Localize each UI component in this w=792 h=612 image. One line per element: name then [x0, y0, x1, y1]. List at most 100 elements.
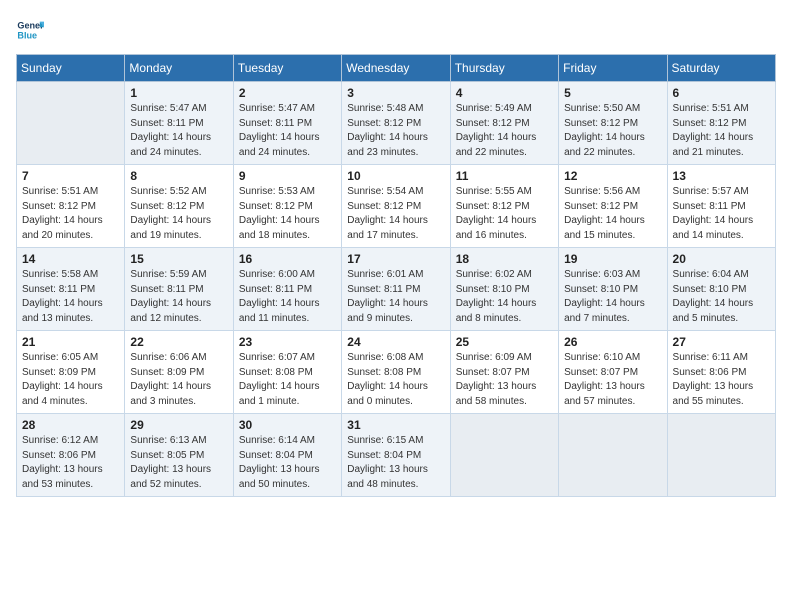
day-info: Sunrise: 6:10 AM Sunset: 8:07 PM Dayligh… — [564, 351, 661, 409]
day-info: Sunrise: 6:02 AM Sunset: 8:10 PM Dayligh… — [456, 268, 553, 326]
calendar-cell: 16 Sunrise: 6:00 AM Sunset: 8:11 PM Dayli… — [233, 248, 341, 331]
calendar-cell: 10 Sunrise: 5:54 AM Sunset: 8:12 PM Dayli… — [342, 165, 450, 248]
day-number: 18 — [456, 252, 553, 266]
day-number: 31 — [347, 418, 444, 432]
day-info: Sunrise: 6:06 AM Sunset: 8:09 PM Dayligh… — [130, 351, 227, 409]
day-info: Sunrise: 5:47 AM Sunset: 8:11 PM Dayligh… — [130, 102, 227, 160]
day-info: Sunrise: 5:55 AM Sunset: 8:12 PM Dayligh… — [456, 185, 553, 243]
day-info: Sunrise: 5:56 AM Sunset: 8:12 PM Dayligh… — [564, 185, 661, 243]
day-info: Sunrise: 6:00 AM Sunset: 8:11 PM Dayligh… — [239, 268, 336, 326]
day-number: 26 — [564, 335, 661, 349]
day-number: 14 — [22, 252, 119, 266]
calendar-cell: 29 Sunrise: 6:13 AM Sunset: 8:05 PM Dayli… — [125, 414, 233, 497]
day-number: 29 — [130, 418, 227, 432]
calendar-week-row: 28Sunrise: 6:12 AM Sunset: 8:06 PM Dayli… — [17, 414, 776, 497]
day-number: 7 — [22, 169, 119, 183]
calendar-cell: 6 Sunrise: 5:51 AM Sunset: 8:12 PM Daylig… — [667, 82, 775, 165]
calendar-cell: 5 Sunrise: 5:50 AM Sunset: 8:12 PM Daylig… — [559, 82, 667, 165]
header-friday: Friday — [559, 55, 667, 82]
calendar-cell: 26 Sunrise: 6:10 AM Sunset: 8:07 PM Dayli… — [559, 331, 667, 414]
day-number: 20 — [673, 252, 770, 266]
calendar-cell: 18 Sunrise: 6:02 AM Sunset: 8:10 PM Dayli… — [450, 248, 558, 331]
calendar-cell: 21 Sunrise: 6:05 AM Sunset: 8:09 PM Dayli… — [17, 331, 125, 414]
calendar-cell: 3 Sunrise: 5:48 AM Sunset: 8:12 PM Daylig… — [342, 82, 450, 165]
day-number: 17 — [347, 252, 444, 266]
day-info: Sunrise: 5:52 AM Sunset: 8:12 PM Dayligh… — [130, 185, 227, 243]
calendar-cell: 20 Sunrise: 6:04 AM Sunset: 8:10 PM Dayli… — [667, 248, 775, 331]
calendar-week-row: 14 Sunrise: 5:58 AM Sunset: 8:11 PM Dayli… — [17, 248, 776, 331]
calendar-cell: 2 Sunrise: 5:47 AM Sunset: 8:11 PM Daylig… — [233, 82, 341, 165]
calendar-cell: 11 Sunrise: 5:55 AM Sunset: 8:12 PM Dayli… — [450, 165, 558, 248]
day-info: Sunrise: 5:51 AM Sunset: 8:12 PM Dayligh… — [22, 185, 119, 243]
day-info: Sunrise: 6:08 AM Sunset: 8:08 PM Dayligh… — [347, 351, 444, 409]
calendar-cell — [17, 82, 125, 165]
calendar-cell: 24Sunrise: 6:08 AM Sunset: 8:08 PM Dayli… — [342, 331, 450, 414]
calendar-cell: 12Sunrise: 5:56 AM Sunset: 8:12 PM Dayli… — [559, 165, 667, 248]
calendar-cell: 7 Sunrise: 5:51 AM Sunset: 8:12 PM Daylig… — [17, 165, 125, 248]
day-info: Sunrise: 5:47 AM Sunset: 8:11 PM Dayligh… — [239, 102, 336, 160]
day-number: 16 — [239, 252, 336, 266]
day-number: 23 — [239, 335, 336, 349]
calendar-cell: 1Sunrise: 5:47 AM Sunset: 8:11 PM Daylig… — [125, 82, 233, 165]
calendar-cell: 23 Sunrise: 6:07 AM Sunset: 8:08 PM Dayli… — [233, 331, 341, 414]
day-info: Sunrise: 6:01 AM Sunset: 8:11 PM Dayligh… — [347, 268, 444, 326]
calendar-cell: 17 Sunrise: 6:01 AM Sunset: 8:11 PM Dayli… — [342, 248, 450, 331]
day-info: Sunrise: 6:09 AM Sunset: 8:07 PM Dayligh… — [456, 351, 553, 409]
day-info: Sunrise: 6:05 AM Sunset: 8:09 PM Dayligh… — [22, 351, 119, 409]
day-number: 10 — [347, 169, 444, 183]
day-number: 4 — [456, 86, 553, 100]
day-info: Sunrise: 6:12 AM Sunset: 8:06 PM Dayligh… — [22, 434, 119, 492]
day-number: 2 — [239, 86, 336, 100]
day-info: Sunrise: 5:59 AM Sunset: 8:11 PM Dayligh… — [130, 268, 227, 326]
calendar-cell: 28Sunrise: 6:12 AM Sunset: 8:06 PM Dayli… — [17, 414, 125, 497]
day-info: Sunrise: 5:49 AM Sunset: 8:12 PM Dayligh… — [456, 102, 553, 160]
calendar-cell: 22 Sunrise: 6:06 AM Sunset: 8:09 PM Dayli… — [125, 331, 233, 414]
day-number: 21 — [22, 335, 119, 349]
day-info: Sunrise: 5:54 AM Sunset: 8:12 PM Dayligh… — [347, 185, 444, 243]
calendar-cell: 31 Sunrise: 6:15 AM Sunset: 8:04 PM Dayli… — [342, 414, 450, 497]
calendar-week-row: 21 Sunrise: 6:05 AM Sunset: 8:09 PM Dayli… — [17, 331, 776, 414]
header-thursday: Thursday — [450, 55, 558, 82]
day-number: 6 — [673, 86, 770, 100]
day-info: Sunrise: 6:11 AM Sunset: 8:06 PM Dayligh… — [673, 351, 770, 409]
day-number: 11 — [456, 169, 553, 183]
day-info: Sunrise: 6:03 AM Sunset: 8:10 PM Dayligh… — [564, 268, 661, 326]
calendar-cell: 25 Sunrise: 6:09 AM Sunset: 8:07 PM Dayli… — [450, 331, 558, 414]
calendar-cell: 19 Sunrise: 6:03 AM Sunset: 8:10 PM Dayli… — [559, 248, 667, 331]
logo: General Blue — [16, 16, 48, 44]
calendar-cell: 4 Sunrise: 5:49 AM Sunset: 8:12 PM Daylig… — [450, 82, 558, 165]
calendar-cell: 8Sunrise: 5:52 AM Sunset: 8:12 PM Daylig… — [125, 165, 233, 248]
day-number: 19 — [564, 252, 661, 266]
day-number: 27 — [673, 335, 770, 349]
day-info: Sunrise: 6:07 AM Sunset: 8:08 PM Dayligh… — [239, 351, 336, 409]
day-info: Sunrise: 5:58 AM Sunset: 8:11 PM Dayligh… — [22, 268, 119, 326]
day-number: 25 — [456, 335, 553, 349]
calendar-cell: 27 Sunrise: 6:11 AM Sunset: 8:06 PM Dayli… — [667, 331, 775, 414]
day-info: Sunrise: 5:48 AM Sunset: 8:12 PM Dayligh… — [347, 102, 444, 160]
day-info: Sunrise: 6:15 AM Sunset: 8:04 PM Dayligh… — [347, 434, 444, 492]
day-info: Sunrise: 5:50 AM Sunset: 8:12 PM Dayligh… — [564, 102, 661, 160]
day-info: Sunrise: 6:04 AM Sunset: 8:10 PM Dayligh… — [673, 268, 770, 326]
header-saturday: Saturday — [667, 55, 775, 82]
calendar-cell — [667, 414, 775, 497]
header-monday: Monday — [125, 55, 233, 82]
header-wednesday: Wednesday — [342, 55, 450, 82]
calendar-cell: 14 Sunrise: 5:58 AM Sunset: 8:11 PM Dayli… — [17, 248, 125, 331]
day-info: Sunrise: 6:13 AM Sunset: 8:05 PM Dayligh… — [130, 434, 227, 492]
calendar-week-row: 1Sunrise: 5:47 AM Sunset: 8:11 PM Daylig… — [17, 82, 776, 165]
day-number: 5 — [564, 86, 661, 100]
calendar-table: SundayMondayTuesdayWednesdayThursdayFrid… — [16, 54, 776, 497]
day-number: 9 — [239, 169, 336, 183]
calendar-cell: 9Sunrise: 5:53 AM Sunset: 8:12 PM Daylig… — [233, 165, 341, 248]
day-info: Sunrise: 5:57 AM Sunset: 8:11 PM Dayligh… — [673, 185, 770, 243]
day-number: 3 — [347, 86, 444, 100]
calendar-cell: 15 Sunrise: 5:59 AM Sunset: 8:11 PM Dayli… — [125, 248, 233, 331]
day-number: 22 — [130, 335, 227, 349]
day-number: 15 — [130, 252, 227, 266]
logo-icon: General Blue — [16, 16, 44, 44]
calendar-header-row: SundayMondayTuesdayWednesdayThursdayFrid… — [17, 55, 776, 82]
svg-text:Blue: Blue — [17, 30, 37, 40]
day-number: 13 — [673, 169, 770, 183]
day-info: Sunrise: 5:51 AM Sunset: 8:12 PM Dayligh… — [673, 102, 770, 160]
header-sunday: Sunday — [17, 55, 125, 82]
